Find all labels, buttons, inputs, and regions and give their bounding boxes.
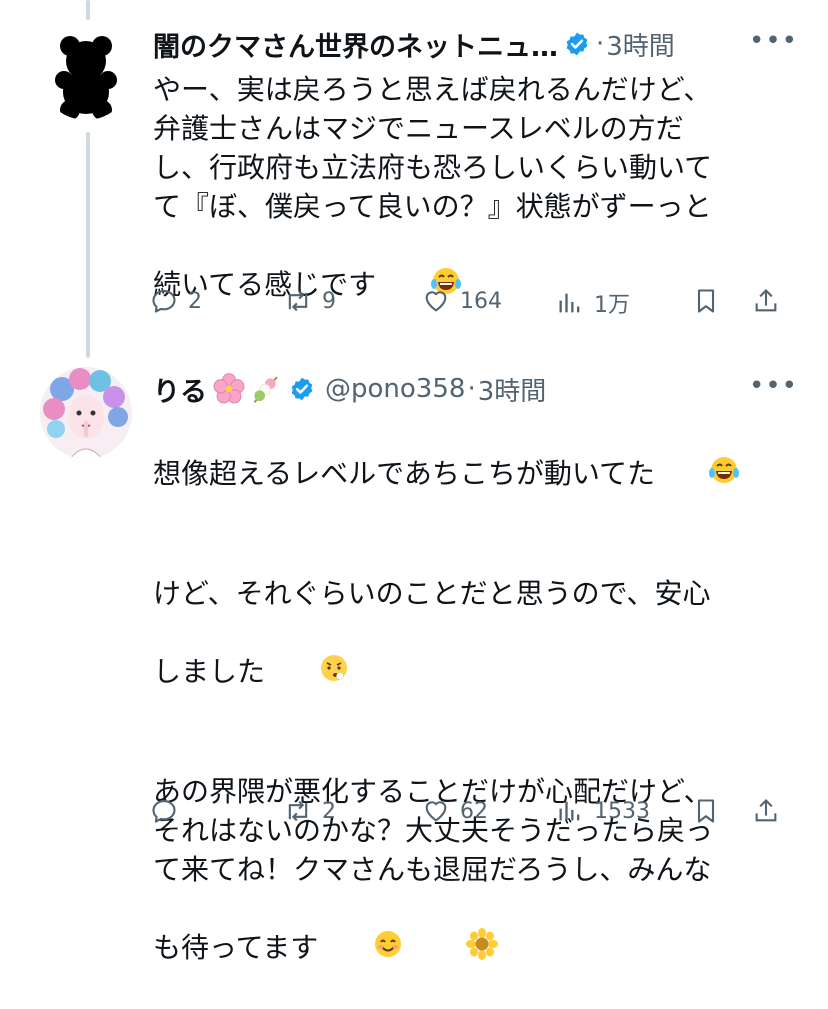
bookmark-button[interactable]	[692, 797, 720, 825]
repost-count: 2	[322, 798, 336, 824]
author-name[interactable]: りる	[153, 370, 207, 409]
reply-icon	[152, 290, 176, 313]
timestamp[interactable]: 3時間	[478, 371, 547, 408]
reply-button[interactable]	[150, 797, 188, 825]
like-count: 62	[460, 798, 488, 824]
avatar[interactable]	[40, 367, 132, 459]
dot-separator: ·	[596, 29, 605, 59]
bear-avatar-icon	[40, 28, 132, 120]
tweet-header: りる @pono358 · 3時間 •••	[153, 369, 798, 409]
repost-icon	[288, 800, 308, 822]
dango-emoji	[253, 376, 278, 404]
tweet-2[interactable]: りる @pono358 · 3時間 ••• 想像超えるレベルであちこちが動いてた…	[0, 355, 828, 964]
author-handle[interactable]: @pono358	[325, 374, 465, 404]
like-button[interactable]: 62	[422, 797, 488, 825]
tweet-1[interactable]: 闇のクマさん世界のネットニュ… · 3時間 ••• やー、実は戻ろうと思えば戻れ…	[0, 0, 828, 345]
share-icon	[755, 799, 777, 822]
share-icon	[755, 289, 777, 312]
tweet-body: 想像超えるレベルであちこちが動いてた けど、それぐらいのことだと思うので、安心 …	[153, 415, 763, 1009]
tweet-actions: 2 9 164 1万	[150, 287, 790, 327]
sunflower-emoji	[413, 889, 498, 1009]
analytics-icon	[559, 293, 580, 313]
timestamp[interactable]: 3時間	[606, 26, 675, 63]
avatar[interactable]	[40, 28, 132, 120]
view-count: 1万	[594, 293, 630, 318]
bookmark-button[interactable]	[692, 287, 720, 315]
view-count: 1533	[594, 798, 650, 824]
analytics-icon	[559, 801, 580, 821]
author-name[interactable]: 闇のクマさん世界のネットニュ…	[153, 25, 558, 64]
more-options-icon[interactable]: •••	[749, 26, 798, 56]
reply-button[interactable]: 2	[150, 287, 202, 315]
tweet-header: 闇のクマさん世界のネットニュ… · 3時間 •••	[153, 24, 798, 64]
repost-button[interactable]: 2	[284, 797, 336, 825]
laughing-tears-emoji	[376, 226, 461, 346]
smiling-face-emoji	[318, 889, 403, 1009]
pleading-sweat-emoji	[265, 613, 350, 733]
heart-icon	[425, 291, 447, 312]
tweet-paragraph-1: 想像超えるレベルであちこちが動いてた	[153, 457, 656, 490]
bookmark-icon	[697, 799, 715, 823]
verified-badge-icon	[566, 32, 588, 56]
cherry-blossom-emoji	[213, 373, 245, 404]
repost-button[interactable]: 9	[284, 287, 336, 315]
like-button[interactable]: 164	[422, 287, 502, 315]
reply-icon	[152, 800, 176, 823]
heart-icon	[425, 801, 447, 822]
tweet-actions: 2 62 1533	[150, 797, 790, 837]
repost-count: 9	[322, 288, 336, 314]
tweet-paragraph-2: けど、それぐらいのことだと思うので、安心 しました	[153, 577, 711, 688]
views-button[interactable]: 1万	[556, 287, 630, 319]
reply-count: 2	[188, 288, 202, 314]
more-options-icon[interactable]: •••	[749, 371, 798, 401]
like-count: 164	[460, 288, 502, 314]
dot-separator: ·	[467, 374, 476, 404]
repost-icon	[288, 290, 308, 312]
verified-badge-icon	[291, 377, 313, 401]
views-button[interactable]: 1533	[556, 797, 650, 825]
laughing-tears-emoji	[655, 415, 740, 535]
share-button[interactable]	[752, 287, 780, 315]
share-button[interactable]	[752, 797, 780, 825]
illustrated-girl-avatar-icon	[40, 367, 132, 459]
bookmark-icon	[697, 289, 715, 313]
